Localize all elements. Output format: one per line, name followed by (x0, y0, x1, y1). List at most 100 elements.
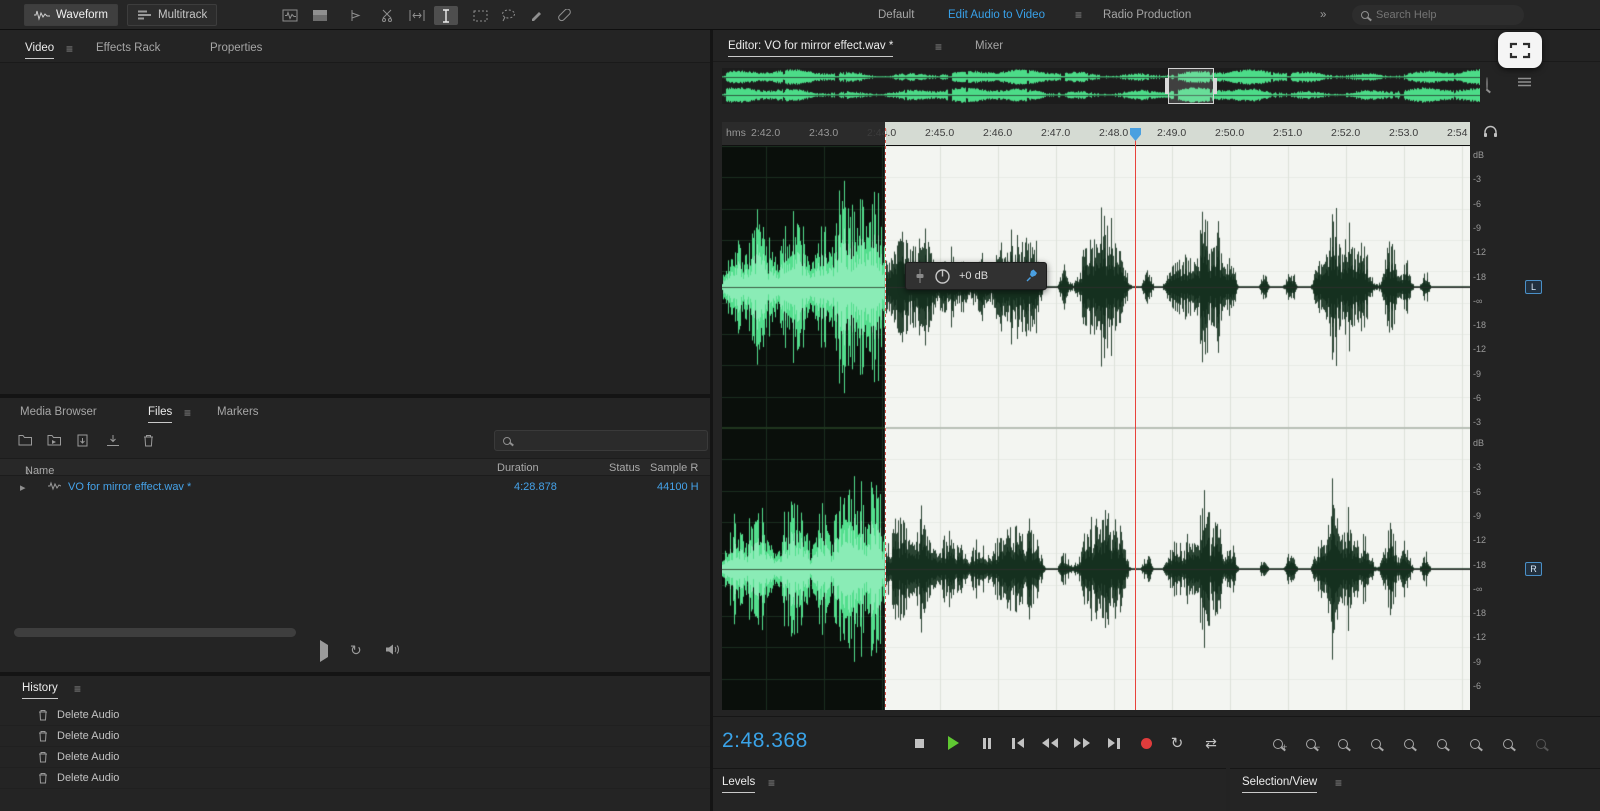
overview-display-menu-icon[interactable] (1517, 76, 1532, 88)
overview-zoom-disabled-icon[interactable] (1486, 78, 1488, 90)
tab-properties[interactable]: Properties (210, 42, 262, 54)
zoom-to-in-point-button[interactable] (1462, 735, 1488, 753)
open-folder-icon[interactable] (18, 434, 33, 446)
zoom-out-time-button[interactable] (1363, 735, 1389, 753)
files-panel-menu-icon[interactable]: ≡ (184, 406, 191, 420)
paintbrush-tool-icon[interactable] (524, 6, 548, 25)
import-tray-icon[interactable] (106, 434, 120, 447)
column-sample-rate[interactable]: Sample R (650, 462, 698, 474)
channel-right-badge[interactable]: R (1525, 562, 1542, 576)
waveform-display[interactable] (722, 146, 1470, 710)
help-search-box[interactable] (1352, 5, 1524, 25)
selection-start-edge[interactable] (885, 128, 886, 710)
overview-waveform[interactable] (722, 68, 1480, 104)
gain-knob-icon[interactable] (934, 268, 951, 285)
waveform-display-icon[interactable] (278, 6, 302, 25)
zoom-out-amplitude-button[interactable] (1429, 735, 1455, 753)
files-horizontal-scrollbar[interactable] (14, 628, 296, 637)
history-item[interactable]: Delete Audio (0, 768, 710, 789)
workspace-menu-icon[interactable]: ≡ (1075, 8, 1082, 22)
file-row[interactable]: ▸ VO for mirror effect.wav * 4:28.878 44… (0, 478, 710, 497)
tab-files[interactable]: Files (148, 406, 172, 423)
files-panel: Media Browser Files ≡ Markers Name ↓ Dur… (0, 398, 710, 672)
timeline-ruler[interactable]: hms 2:42.02:43.02:44.02:45.02:46.02:47.0… (722, 122, 1470, 146)
zoom-to-selection-button[interactable] (1528, 735, 1554, 753)
levels-panel-menu-icon[interactable]: ≡ (768, 776, 775, 790)
zoom-out-button[interactable]: − (1298, 735, 1324, 753)
gain-hud[interactable]: +0 dB (905, 262, 1047, 290)
speaker-icon[interactable] (385, 643, 401, 656)
history-item[interactable]: Delete Audio (0, 747, 710, 768)
monitor-headphones-icon[interactable] (1483, 124, 1498, 138)
history-title[interactable]: History (22, 682, 58, 699)
channel-left-badge[interactable]: L (1525, 280, 1542, 294)
pin-icon[interactable] (1025, 269, 1038, 283)
ruler-tick: 2:48.0 (1099, 127, 1128, 139)
lasso-tool-icon[interactable] (496, 6, 520, 25)
zoom-in-button[interactable]: + (1265, 735, 1291, 753)
time-selection-tool-icon[interactable] (345, 6, 369, 25)
fast-forward-button[interactable] (1068, 733, 1096, 753)
ruler-tick: 2:50.0 (1215, 127, 1244, 139)
ruler-tick: 2:47.0 (1041, 127, 1070, 139)
ruler-tick: 2:42.0 (751, 127, 780, 139)
spectral-display-icon[interactable] (308, 6, 332, 25)
go-to-end-button[interactable] (1100, 733, 1128, 753)
ibeam-tool-icon[interactable] (434, 6, 458, 25)
zoom-in-amplitude-button[interactable] (1396, 735, 1422, 753)
screen-capture-button[interactable] (1498, 32, 1542, 68)
media-folder-icon[interactable] (47, 434, 62, 446)
selection-view-title[interactable]: Selection/View (1242, 776, 1317, 793)
tab-markers[interactable]: Markers (217, 406, 259, 418)
files-search-box[interactable] (494, 430, 708, 451)
trash-icon (38, 751, 48, 763)
workspace-default[interactable]: Default (878, 9, 914, 21)
loop-playback-button[interactable]: ↻ (1163, 733, 1191, 753)
video-panel-menu-icon[interactable]: ≡ (66, 42, 73, 56)
marquee-tool-icon[interactable] (468, 6, 492, 25)
db-label: -∞ (1473, 296, 1505, 306)
history-item[interactable]: Delete Audio (0, 726, 710, 747)
razor-tool-icon[interactable] (375, 6, 399, 25)
stop-button[interactable] (905, 733, 933, 753)
editor-panel: Editor: VO for mirror effect.wav * ≡ Mix… (713, 30, 1600, 811)
pause-button[interactable] (973, 733, 1001, 753)
workspace-edit-audio-to-video[interactable]: Edit Audio to Video (948, 9, 1045, 21)
skip-selection-button[interactable]: ⇄ (1197, 733, 1225, 753)
files-column-headers[interactable]: Name ↓ Duration Status Sample R (0, 458, 710, 476)
playhead-line[interactable] (1135, 128, 1136, 710)
record-button[interactable] (1132, 733, 1160, 753)
file-name[interactable]: VO for mirror effect.wav * (68, 481, 191, 493)
play-button[interactable] (939, 733, 967, 753)
history-item[interactable]: Delete Audio (0, 705, 710, 726)
rewind-button[interactable] (1036, 733, 1064, 753)
search-input[interactable] (1376, 9, 1501, 21)
tab-mixer[interactable]: Mixer (975, 40, 1003, 52)
editor-panel-menu-icon[interactable]: ≡ (935, 40, 942, 54)
zoom-to-out-point-button[interactable] (1495, 735, 1521, 753)
go-to-start-button[interactable] (1004, 733, 1032, 753)
slip-tool-icon[interactable] (405, 6, 429, 25)
preview-play-icon[interactable] (320, 645, 328, 657)
ruler-tick: 2:52.0 (1331, 127, 1360, 139)
column-duration[interactable]: Duration (497, 462, 539, 474)
time-display[interactable]: 2:48.368 (722, 729, 808, 753)
tab-effects-rack[interactable]: Effects Rack (96, 42, 160, 54)
tab-media-browser[interactable]: Media Browser (20, 406, 97, 418)
loop-playback-icon[interactable]: ↻ (350, 642, 362, 659)
tab-editor[interactable]: Editor: VO for mirror effect.wav * (728, 40, 893, 57)
multitrack-view-button[interactable]: Multitrack (127, 4, 217, 26)
spot-heal-tool-icon[interactable] (552, 6, 576, 25)
levels-title[interactable]: Levels (722, 776, 755, 793)
selection-view-menu-icon[interactable]: ≡ (1335, 776, 1342, 790)
workspace-overflow-chevron[interactable]: » (1320, 9, 1326, 21)
waveform-view-button[interactable]: Waveform (24, 4, 118, 26)
disclosure-icon[interactable]: ▸ (20, 481, 26, 494)
workspace-radio-production[interactable]: Radio Production (1103, 9, 1191, 21)
zoom-in-time-button[interactable] (1330, 735, 1356, 753)
import-file-icon[interactable] (77, 434, 90, 447)
tab-video[interactable]: Video (25, 42, 54, 59)
column-status[interactable]: Status (609, 462, 640, 474)
delete-file-icon[interactable] (143, 434, 154, 447)
history-panel-menu-icon[interactable]: ≡ (74, 682, 81, 696)
